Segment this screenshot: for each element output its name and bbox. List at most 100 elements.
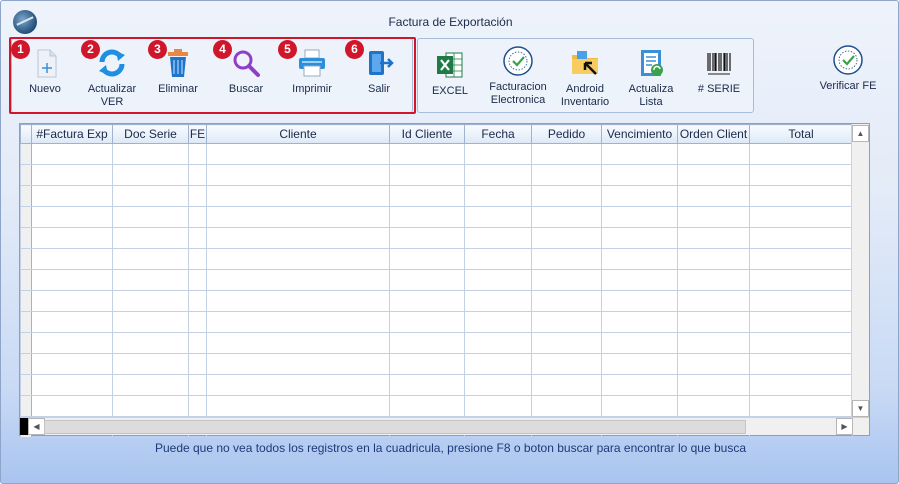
table-cell[interactable] bbox=[677, 395, 750, 417]
row-selector[interactable] bbox=[20, 248, 32, 270]
table-cell[interactable] bbox=[389, 206, 465, 228]
table-cell[interactable] bbox=[389, 227, 465, 249]
table-row[interactable] bbox=[20, 290, 853, 312]
row-selector[interactable] bbox=[20, 227, 32, 249]
table-cell[interactable] bbox=[749, 248, 853, 270]
table-cell[interactable] bbox=[749, 353, 853, 375]
table-cell[interactable] bbox=[389, 248, 465, 270]
scroll-down-arrow-icon[interactable]: ▼ bbox=[852, 400, 869, 417]
excel-button[interactable]: EXCEL bbox=[425, 49, 475, 98]
table-cell[interactable] bbox=[188, 374, 207, 396]
row-selector[interactable] bbox=[20, 395, 32, 417]
table-row[interactable] bbox=[20, 248, 853, 270]
table-cell[interactable] bbox=[206, 374, 390, 396]
row-selector[interactable] bbox=[20, 143, 32, 165]
table-cell[interactable] bbox=[31, 164, 113, 186]
table-cell[interactable] bbox=[749, 185, 853, 207]
table-cell[interactable] bbox=[206, 269, 390, 291]
android-inventario-button[interactable]: Android Inventario bbox=[557, 47, 613, 109]
table-cell[interactable] bbox=[206, 353, 390, 375]
table-cell[interactable] bbox=[206, 248, 390, 270]
table-cell[interactable] bbox=[677, 269, 750, 291]
table-cell[interactable] bbox=[601, 164, 678, 186]
table-cell[interactable] bbox=[464, 248, 532, 270]
table-cell[interactable] bbox=[31, 353, 113, 375]
table-cell[interactable] bbox=[31, 185, 113, 207]
table-row[interactable] bbox=[20, 311, 853, 333]
table-cell[interactable] bbox=[112, 311, 189, 333]
horizontal-scrollbar[interactable]: ◀ ▶ bbox=[20, 417, 869, 435]
facturacion-electronica-button[interactable]: Facturacion Electronica bbox=[485, 45, 551, 107]
table-cell[interactable] bbox=[464, 164, 532, 186]
table-cell[interactable] bbox=[677, 185, 750, 207]
row-selector[interactable] bbox=[20, 185, 32, 207]
table-cell[interactable] bbox=[112, 290, 189, 312]
scroll-right-arrow-icon[interactable]: ▶ bbox=[836, 418, 853, 435]
table-cell[interactable] bbox=[677, 164, 750, 186]
table-cell[interactable] bbox=[112, 164, 189, 186]
table-cell[interactable] bbox=[677, 290, 750, 312]
table-cell[interactable] bbox=[749, 269, 853, 291]
table-cell[interactable] bbox=[531, 332, 602, 354]
table-cell[interactable] bbox=[464, 185, 532, 207]
col-id-cliente[interactable]: Id Cliente bbox=[389, 124, 465, 144]
table-cell[interactable] bbox=[749, 290, 853, 312]
table-cell[interactable] bbox=[601, 269, 678, 291]
table-row[interactable] bbox=[20, 395, 853, 417]
table-cell[interactable] bbox=[31, 374, 113, 396]
table-cell[interactable] bbox=[31, 248, 113, 270]
table-cell[interactable] bbox=[188, 290, 207, 312]
table-cell[interactable] bbox=[389, 185, 465, 207]
table-cell[interactable] bbox=[112, 185, 189, 207]
table-cell[interactable] bbox=[677, 206, 750, 228]
table-cell[interactable] bbox=[749, 311, 853, 333]
table-cell[interactable] bbox=[464, 143, 532, 165]
table-row[interactable] bbox=[20, 164, 853, 186]
table-cell[interactable] bbox=[188, 227, 207, 249]
table-cell[interactable] bbox=[601, 143, 678, 165]
table-cell[interactable] bbox=[112, 395, 189, 417]
table-cell[interactable] bbox=[389, 143, 465, 165]
table-cell[interactable] bbox=[464, 206, 532, 228]
table-cell[interactable] bbox=[677, 374, 750, 396]
table-cell[interactable] bbox=[464, 332, 532, 354]
table-cell[interactable] bbox=[389, 164, 465, 186]
table-row[interactable] bbox=[20, 353, 853, 375]
table-cell[interactable] bbox=[464, 374, 532, 396]
table-cell[interactable] bbox=[206, 311, 390, 333]
table-cell[interactable] bbox=[531, 269, 602, 291]
col-total[interactable]: Total bbox=[749, 124, 853, 144]
table-cell[interactable] bbox=[112, 374, 189, 396]
table-cell[interactable] bbox=[677, 248, 750, 270]
table-cell[interactable] bbox=[389, 395, 465, 417]
table-cell[interactable] bbox=[188, 248, 207, 270]
table-row[interactable] bbox=[20, 227, 853, 249]
table-cell[interactable] bbox=[206, 227, 390, 249]
table-cell[interactable] bbox=[31, 206, 113, 228]
table-cell[interactable] bbox=[464, 353, 532, 375]
table-cell[interactable] bbox=[531, 395, 602, 417]
table-cell[interactable] bbox=[389, 269, 465, 291]
table-cell[interactable] bbox=[112, 143, 189, 165]
table-cell[interactable] bbox=[389, 353, 465, 375]
verificar-fe-button[interactable]: Verificar FE bbox=[815, 44, 881, 93]
table-cell[interactable] bbox=[188, 185, 207, 207]
scroll-up-arrow-icon[interactable]: ▲ bbox=[852, 125, 869, 142]
table-cell[interactable] bbox=[677, 311, 750, 333]
invoice-grid[interactable]: #Factura Exp Doc Serie FE Cliente Id Cli… bbox=[19, 123, 870, 438]
table-cell[interactable] bbox=[31, 311, 113, 333]
col-factura-exp[interactable]: #Factura Exp bbox=[31, 124, 113, 144]
row-selector[interactable] bbox=[20, 269, 32, 291]
table-cell[interactable] bbox=[112, 248, 189, 270]
table-cell[interactable] bbox=[601, 206, 678, 228]
table-row[interactable] bbox=[20, 206, 853, 228]
table-cell[interactable] bbox=[389, 332, 465, 354]
row-selector[interactable] bbox=[20, 353, 32, 375]
table-cell[interactable] bbox=[389, 311, 465, 333]
table-cell[interactable] bbox=[749, 374, 853, 396]
table-cell[interactable] bbox=[206, 332, 390, 354]
col-cliente[interactable]: Cliente bbox=[206, 124, 390, 144]
table-cell[interactable] bbox=[31, 290, 113, 312]
table-cell[interactable] bbox=[531, 290, 602, 312]
col-doc-serie[interactable]: Doc Serie bbox=[112, 124, 189, 144]
